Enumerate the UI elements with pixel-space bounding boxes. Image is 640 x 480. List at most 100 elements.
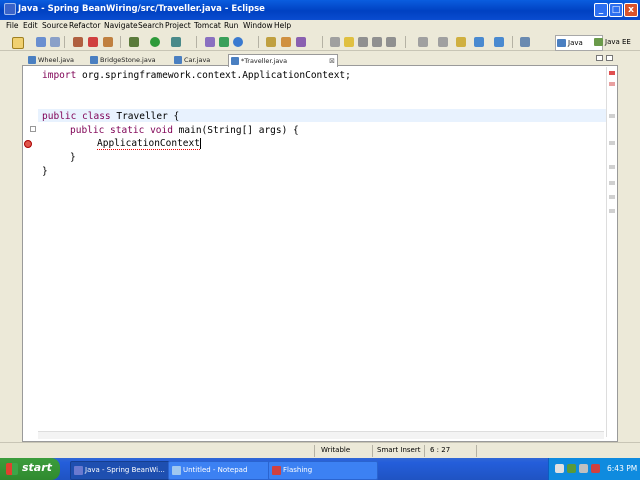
new-java-project-icon[interactable]: [205, 37, 215, 47]
minimize-editor-icon[interactable]: [596, 55, 603, 61]
debug-icon[interactable]: [129, 37, 139, 47]
vertical-ruler[interactable]: [23, 67, 37, 440]
menu-bar: File Edit Source Refactor Navigate Searc…: [0, 20, 640, 32]
perspective-javaee[interactable]: Java EE: [593, 35, 640, 49]
tab-car-java[interactable]: Car.java: [172, 54, 210, 66]
recorder-icon[interactable]: [591, 464, 600, 473]
overview-marker[interactable]: [609, 114, 615, 118]
code-text: org.springframework.context.ApplicationC…: [76, 70, 351, 81]
volume-icon[interactable]: [579, 464, 588, 473]
menu-refactor[interactable]: Refactor: [69, 21, 100, 30]
menu-edit[interactable]: Edit: [23, 21, 38, 30]
system-tray: 6:43 PM: [548, 458, 640, 480]
menu-file[interactable]: File: [6, 21, 19, 30]
close-tab-icon[interactable]: ⊠: [329, 55, 335, 67]
javaee-perspective-icon: [594, 38, 603, 46]
next-annotation-icon[interactable]: [418, 37, 428, 47]
code-text: }: [70, 152, 76, 163]
security-icon[interactable]: [567, 464, 576, 473]
flashing-app-icon: [272, 466, 281, 475]
task-notepad[interactable]: Untitled - Notepad: [168, 461, 278, 480]
status-cursor-position: 6 : 27: [430, 446, 451, 454]
window-title: Java - Spring BeanWiring/src/Traveller.j…: [18, 4, 265, 14]
java-file-icon: [174, 56, 182, 64]
overview-marker[interactable]: [609, 181, 615, 185]
maximize-button[interactable]: □: [609, 3, 623, 17]
block-selection-icon[interactable]: [372, 37, 382, 47]
new-server-icon[interactable]: [73, 37, 83, 47]
java-file-icon: [231, 57, 239, 65]
menu-tomcat[interactable]: Tomcat: [194, 21, 221, 30]
run-icon[interactable]: [150, 37, 160, 47]
menu-run[interactable]: Run: [224, 21, 238, 30]
code-text: }: [42, 166, 48, 177]
java-file-icon: [28, 56, 36, 64]
status-insert-mode[interactable]: Smart Insert: [377, 446, 420, 454]
previous-annotation-icon[interactable]: [438, 37, 448, 47]
code-line-5: ApplicationContext: [97, 137, 201, 150]
java-file-icon: [90, 56, 98, 64]
eclipse-icon: [74, 466, 83, 475]
tab-wheel-java[interactable]: Wheel.java: [26, 54, 74, 66]
last-edit-location-icon[interactable]: [456, 37, 466, 47]
restart-server-icon[interactable]: [103, 37, 113, 47]
toggle-mark-occurrences-icon[interactable]: [330, 37, 340, 47]
eclipse-app-icon[interactable]: [4, 3, 16, 15]
new-class-icon[interactable]: [233, 37, 243, 47]
highlight-icon[interactable]: [344, 37, 354, 47]
open-perspective-icon[interactable]: [520, 37, 530, 47]
minimize-button[interactable]: _: [594, 3, 608, 17]
overview-marker[interactable]: [609, 82, 615, 86]
code-line-1: import org.springframework.context.Appli…: [42, 69, 351, 82]
clock[interactable]: 6:43 PM: [607, 464, 637, 473]
close-button[interactable]: x: [624, 3, 638, 17]
code-line-4: public static void main(String[] args) {: [70, 124, 299, 137]
external-tools-icon[interactable]: [171, 37, 181, 47]
new-package-icon[interactable]: [219, 37, 229, 47]
tab-bridgestone-java[interactable]: BridgeStone.java: [88, 54, 156, 66]
open-task-icon[interactable]: [281, 37, 291, 47]
open-type-icon[interactable]: [266, 37, 276, 47]
task-flashing[interactable]: Flashing: [268, 461, 378, 480]
network-icon[interactable]: [555, 464, 564, 473]
new-icon[interactable]: [12, 37, 24, 49]
tab-label: BridgeStone.java: [100, 56, 156, 64]
menu-source[interactable]: Source: [42, 21, 68, 30]
overview-ruler[interactable]: [606, 67, 616, 437]
status-bar: Writable Smart Insert 6 : 27: [0, 442, 640, 458]
overview-marker[interactable]: [609, 141, 615, 145]
save-icon[interactable]: [36, 37, 46, 47]
keyword: public static void: [70, 125, 173, 136]
code-editor[interactable]: import org.springframework.context.Appli…: [42, 67, 582, 440]
back-icon[interactable]: [474, 37, 484, 47]
search-icon[interactable]: [296, 37, 306, 47]
tab-label: Car.java: [184, 56, 211, 64]
tab-label: Wheel.java: [38, 56, 75, 64]
menu-window[interactable]: Window: [243, 21, 273, 30]
menu-project[interactable]: Project: [165, 21, 191, 30]
error-marker-icon[interactable]: [24, 140, 32, 148]
overview-marker[interactable]: [609, 195, 615, 199]
title-bar: Java - Spring BeanWiring/src/Traveller.j…: [0, 0, 640, 20]
menu-search[interactable]: Search: [138, 21, 164, 30]
overview-marker[interactable]: [609, 165, 615, 169]
start-button[interactable]: start: [0, 458, 60, 480]
perspective-switcher: Java Java EE: [555, 35, 640, 51]
show-source-icon[interactable]: [386, 37, 396, 47]
show-whitespace-icon[interactable]: [358, 37, 368, 47]
menu-help[interactable]: Help: [274, 21, 291, 30]
tab-traveller-java[interactable]: *Traveller.java ⊠: [228, 54, 338, 67]
horizontal-scrollbar[interactable]: [38, 431, 604, 439]
task-label: Untitled - Notepad: [183, 466, 248, 474]
forward-icon[interactable]: [494, 37, 504, 47]
task-eclipse[interactable]: Java - Spring BeanWi...: [70, 461, 178, 480]
overview-marker[interactable]: [609, 209, 615, 213]
task-label: Java - Spring BeanWi...: [85, 466, 165, 474]
code-text: Traveller {: [110, 111, 180, 122]
error-overview-marker[interactable]: [609, 71, 615, 75]
fold-toggle-icon[interactable]: [30, 126, 36, 132]
stop-server-icon[interactable]: [88, 37, 98, 47]
menu-navigate[interactable]: Navigate: [104, 21, 138, 30]
print-icon[interactable]: [50, 37, 60, 47]
maximize-editor-icon[interactable]: [606, 55, 613, 61]
